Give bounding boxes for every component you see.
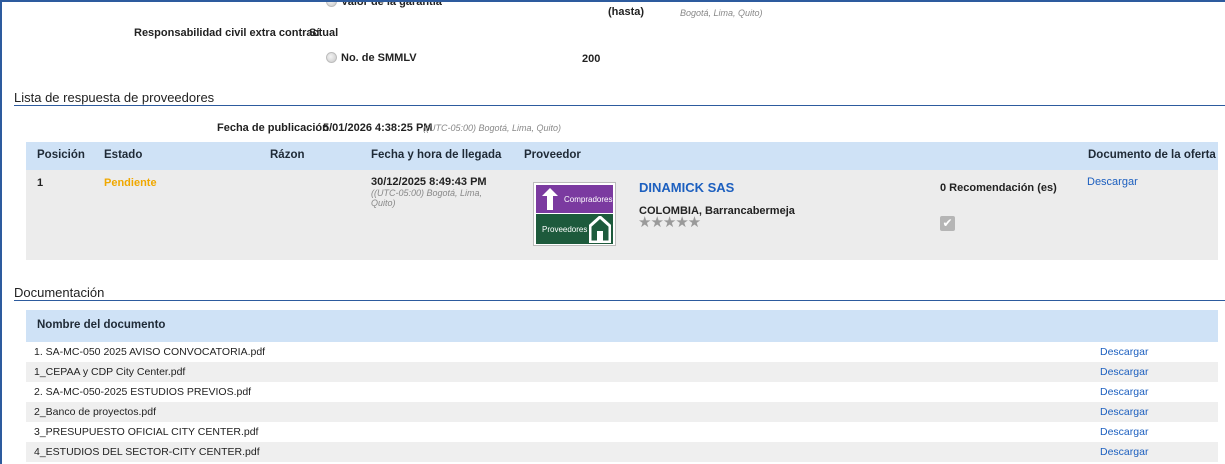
logo-top-text: Compradores <box>564 195 613 204</box>
document-download-link[interactable]: Descargar <box>1100 426 1148 438</box>
col-documento: Documento de la oferta <box>1088 149 1216 161</box>
document-row: 2. SA-MC-050-2025 ESTUDIOS PREVIOS.pdf D… <box>26 382 1218 402</box>
document-row: 1_CEPAA y CDP City Center.pdf Descargar <box>26 362 1218 382</box>
responses-section-title: Lista de respuesta de proveedores <box>14 90 215 105</box>
documents-section-title: Documentación <box>14 285 105 300</box>
document-name: 1_CEPAA y CDP City Center.pdf <box>34 366 186 378</box>
arrival-date: 30/12/2025 8:49:43 PM <box>371 176 487 188</box>
document-row: 3_PRESUPUESTO OFICIAL CITY CENTER.pdf De… <box>26 422 1218 442</box>
document-download-link[interactable]: Descargar <box>1100 406 1148 418</box>
arrow-up-icon <box>542 188 558 210</box>
logo-bottom-text: Proveedores <box>542 225 588 234</box>
house-icon <box>589 216 611 243</box>
document-name: 3_PRESUPUESTO OFICIAL CITY CENTER.pdf <box>34 426 259 438</box>
check-icon: ✔ <box>940 216 955 231</box>
rc-value: Sí <box>309 27 320 39</box>
document-name: 4_ESTUDIOS DEL SECTOR-CITY CENTER.pdf <box>34 446 260 458</box>
document-download-link[interactable]: Descargar <box>1100 386 1148 398</box>
provider-name-link[interactable]: DINAMICK SAS <box>639 180 734 195</box>
recommendations-count: 0 Recomendación (es) <box>940 182 1057 194</box>
document-row: 4_ESTUDIOS DEL SECTOR-CITY CENTER.pdf De… <box>26 442 1218 462</box>
document-download-link[interactable]: Descargar <box>1100 346 1148 358</box>
section-divider <box>14 300 1225 301</box>
smmlv-option[interactable]: No. de SMMLV <box>326 52 417 64</box>
radio-icon[interactable] <box>326 2 337 7</box>
hasta-timezone: Bogotá, Lima, Quito) <box>680 8 763 18</box>
document-name: 1. SA-MC-050 2025 AVISO CONVOCATORIA.pdf <box>34 346 266 358</box>
col-document-name: Nombre del documento <box>37 319 166 331</box>
col-razon: Rázon <box>270 149 305 161</box>
document-name: 2. SA-MC-050-2025 ESTUDIOS PREVIOS.pdf <box>34 386 252 398</box>
logo-proveedores-band: Proveedores <box>536 214 613 244</box>
page-frame: Valor de la garantía (hasta) Bogotá, Lim… <box>0 0 1225 464</box>
document-name: 2_Banco de proyectos.pdf <box>34 406 157 418</box>
document-row: 1. SA-MC-050 2025 AVISO CONVOCATORIA.pdf… <box>26 342 1218 362</box>
col-posicion: Posición <box>37 149 85 161</box>
hasta-label: (hasta) <box>608 6 645 18</box>
offer-download-link[interactable]: Descargar <box>1087 176 1138 188</box>
publication-value: 5/01/2026 4:38:25 PM <box>323 122 433 134</box>
document-download-link[interactable]: Descargar <box>1100 446 1148 458</box>
provider-logo: Compradores Proveedores <box>533 182 616 246</box>
col-proveedor: Proveedor <box>524 149 581 161</box>
col-fecha: Fecha y hora de llegada <box>371 149 502 161</box>
publication-timezone: ((UTC-05:00) Bogotá, Lima, Quito) <box>423 123 562 133</box>
document-row: 2_Banco de proyectos.pdf Descargar <box>26 402 1218 422</box>
rating-stars-icon: ★★★★★ <box>638 214 701 231</box>
guarantee-value-label: Valor de la garantía <box>341 0 442 8</box>
row-position: 1 <box>37 177 44 189</box>
documents-table-header: Nombre del documento <box>26 310 1218 342</box>
publication-label: Fecha de publicación <box>217 122 329 134</box>
col-estado: Estado <box>104 149 143 161</box>
smmlv-label: No. de SMMLV <box>341 52 417 64</box>
guarantee-value-option[interactable]: Valor de la garantía <box>326 0 442 8</box>
rc-label: Responsabilidad civil extra contractual <box>134 27 339 39</box>
section-divider <box>14 105 1225 106</box>
status-badge: Pendiente <box>104 177 157 189</box>
radio-icon[interactable] <box>326 52 337 63</box>
arrival-timezone: ((UTC-05:00) Bogotá, Lima, Quito) <box>371 188 483 208</box>
smmlv-value: 200 <box>582 53 601 65</box>
logo-compradores-band: Compradores <box>536 185 613 213</box>
providers-table-header: Posición Estado Rázon Fecha y hora de ll… <box>26 142 1218 170</box>
document-download-link[interactable]: Descargar <box>1100 366 1148 378</box>
